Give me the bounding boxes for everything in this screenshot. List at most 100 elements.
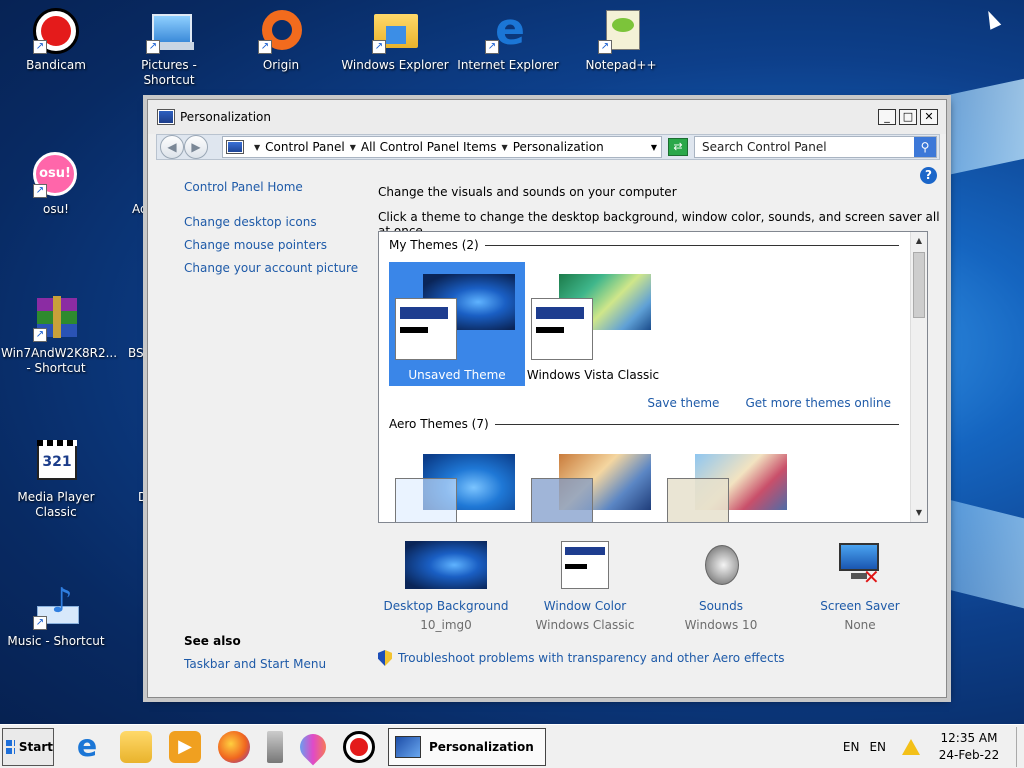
sounds-link[interactable]: Sounds	[651, 599, 791, 613]
themes-list[interactable]: My Themes (2) Unsaved Theme Windows Vist…	[378, 231, 928, 523]
page-heading: Change the visuals and sounds on your co…	[378, 185, 677, 199]
shortcut-arrow-icon: ↗	[146, 40, 160, 54]
change-account-picture-link[interactable]: Change your account picture	[184, 261, 364, 276]
taskbar-task-personalization[interactable]: Personalization	[388, 727, 546, 766]
window-color-setting[interactable]: Window Color Windows Classic	[515, 541, 655, 632]
change-mouse-pointers-link[interactable]: Change mouse pointers	[184, 238, 364, 253]
breadcrumb-personalization[interactable]: Personalization	[513, 140, 604, 154]
theme-tile-aero-architecture[interactable]	[525, 442, 661, 522]
desktop-icon-label: Origin	[262, 58, 300, 72]
maximize-button[interactable]: □	[899, 109, 917, 125]
window-color-link[interactable]: Window Color	[515, 599, 655, 613]
bandicam-icon[interactable]	[343, 730, 375, 763]
desktop-icon-label: Pictures - Shortcut	[141, 58, 197, 87]
warning-icon[interactable]	[902, 739, 920, 755]
theme-tile-unsaved[interactable]: Unsaved Theme	[389, 262, 525, 386]
troubleshoot-link[interactable]: Troubleshoot problems with transparency …	[398, 651, 785, 665]
shield-icon	[378, 650, 392, 666]
folder-icon[interactable]	[120, 730, 152, 763]
search-input[interactable]: Search Control Panel ⚲	[694, 136, 937, 158]
aero-themes-header: Aero Themes (7)	[389, 417, 899, 431]
theme-name: Windows Vista Classic	[526, 368, 660, 382]
sounds-setting[interactable]: Sounds Windows 10	[651, 541, 791, 632]
change-desktop-icons-link[interactable]: Change desktop icons	[184, 215, 364, 230]
clock[interactable]: 12:35 AM 24-Feb-22	[926, 730, 1012, 764]
theme-window-color-thumbnail	[395, 298, 457, 360]
my-themes-label: My Themes (2)	[389, 238, 479, 252]
shortcut-arrow-icon: ↗	[33, 616, 47, 630]
breadcrumb-all-items[interactable]: All Control Panel Items	[361, 140, 497, 154]
theme-window-color-thumbnail	[395, 478, 457, 522]
language-indicator[interactable]: EN	[843, 740, 860, 754]
close-button[interactable]: ✕	[920, 109, 938, 125]
control-panel-home-link[interactable]: Control Panel Home	[184, 180, 364, 195]
shortcut-arrow-icon: ↗	[372, 40, 386, 54]
save-theme-link[interactable]: Save theme	[647, 396, 719, 410]
desktop-background-value: 10_img0	[420, 618, 472, 632]
show-desktop-button[interactable]	[1016, 727, 1022, 767]
scroll-thumb[interactable]	[913, 252, 925, 318]
shortcut-arrow-icon: ↗	[33, 328, 47, 342]
music-folder-icon: ♪ ↗	[33, 584, 79, 630]
address-bar[interactable]: ▼ Control Panel ▼ All Control Panel Item…	[222, 136, 662, 158]
winrar-archive-icon: ↗	[33, 296, 79, 342]
themes-scrollbar[interactable]: ▲ ▼	[910, 232, 927, 522]
search-icon[interactable]: ⚲	[914, 137, 936, 157]
minimize-button[interactable]: _	[878, 109, 896, 125]
folder-icon: ↗	[372, 8, 418, 54]
address-dropdown-icon[interactable]: ▼	[651, 143, 657, 152]
start-button[interactable]: Start	[2, 727, 54, 766]
forward-button[interactable]: ▶	[184, 135, 208, 159]
back-button[interactable]: ◀	[160, 135, 184, 159]
scroll-up-icon[interactable]: ▲	[913, 234, 925, 248]
desktop-icon-internet-explorer[interactable]: e ↗ Internet Explorer	[453, 8, 563, 73]
control-panel-icon	[226, 140, 244, 154]
breadcrumb-chevron-icon[interactable]: ▼	[502, 143, 508, 152]
sounds-value: Windows 10	[684, 618, 758, 632]
get-more-themes-link[interactable]: Get more themes online	[745, 396, 891, 410]
desktop-icon-windows-explorer[interactable]: ↗ Windows Explorer	[340, 8, 450, 73]
breadcrumb-chevron-icon[interactable]: ▼	[254, 143, 260, 152]
refresh-button[interactable]: ⇄	[668, 138, 688, 156]
window-color-value: Windows Classic	[535, 618, 635, 632]
breadcrumb-control-panel[interactable]: Control Panel	[265, 140, 345, 154]
firefox-icon[interactable]	[218, 730, 250, 763]
bandicam-icon: ↗	[33, 8, 79, 54]
media-player-icon[interactable]: ▶	[169, 730, 201, 763]
shortcut-arrow-icon: ↗	[258, 40, 272, 54]
desktop-background-setting[interactable]: Desktop Background 10_img0	[376, 541, 516, 632]
usb-device-icon[interactable]	[267, 730, 283, 763]
screen-saver-link[interactable]: Screen Saver	[790, 599, 930, 613]
paint-3d-icon[interactable]	[294, 728, 332, 765]
theme-tile-vista-classic[interactable]: Windows Vista Classic	[525, 262, 661, 386]
personalization-window: Personalization _ □ ✕ ◀ ▶ ▼ Control Pane…	[147, 99, 947, 698]
title-bar[interactable]: Personalization _ □ ✕	[148, 100, 946, 134]
desktop-icon-origin[interactable]: ↗ Origin	[226, 8, 336, 73]
desktop-icon-label: Windows Explorer	[341, 58, 449, 72]
personalization-task-icon	[395, 735, 421, 758]
personalization-window-icon	[157, 109, 175, 125]
theme-tile-aero-windows[interactable]	[389, 442, 525, 522]
notepadpp-icon: ↗	[598, 8, 644, 54]
divider	[494, 423, 899, 425]
theme-tile-aero-characters[interactable]	[661, 442, 797, 522]
desktop-icon-bandicam[interactable]: ↗ Bandicam	[1, 8, 111, 73]
scroll-down-icon[interactable]: ▼	[913, 506, 925, 520]
screen-saver-setting[interactable]: ✕ Screen Saver None	[790, 541, 930, 632]
clock-time: 12:35 AM	[940, 731, 998, 745]
desktop-background-thumbnail	[405, 541, 487, 589]
shortcut-arrow-icon: ↗	[33, 184, 47, 198]
desktop-icon-notepadpp[interactable]: ↗ Notepad++	[566, 8, 676, 73]
aero-themes-label: Aero Themes (7)	[389, 417, 489, 431]
desktop-icon-music[interactable]: ♪ ↗ Music - Shortcut	[1, 584, 111, 649]
desktop-background-link[interactable]: Desktop Background	[376, 599, 516, 613]
edge-browser-icon[interactable]: e	[71, 729, 103, 764]
desktop-icon-pictures[interactable]: ↗ Pictures - Shortcut	[114, 8, 224, 88]
edge-browser-icon: e ↗	[485, 8, 531, 54]
shortcut-arrow-icon: ↗	[598, 40, 612, 54]
my-themes-header: My Themes (2)	[389, 238, 899, 252]
help-icon[interactable]: ?	[920, 167, 937, 184]
taskbar-start-menu-link[interactable]: Taskbar and Start Menu	[184, 657, 326, 671]
keyboard-layout-indicator[interactable]: EN	[869, 740, 886, 754]
breadcrumb-chevron-icon[interactable]: ▼	[350, 143, 356, 152]
